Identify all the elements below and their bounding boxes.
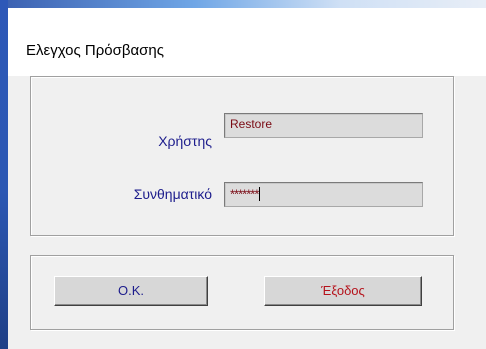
- exit-button[interactable]: Έξοδος: [264, 276, 422, 306]
- dialog-header: Ελεγχος Πρόσβασης: [8, 8, 486, 76]
- password-field-value: *******: [230, 186, 259, 202]
- user-field[interactable]: Restore: [224, 113, 423, 138]
- user-label: Χρήστης: [158, 133, 212, 149]
- dialog-title: Ελεγχος Πρόσβασης: [26, 42, 164, 59]
- password-label: Συνθηματικό: [133, 186, 212, 202]
- user-field-value: Restore: [230, 117, 273, 131]
- desktop-background-left: [0, 0, 8, 349]
- text-cursor: [259, 186, 261, 201]
- desktop-background-top: [0, 0, 486, 8]
- credentials-group: [30, 76, 454, 236]
- password-field[interactable]: *******: [224, 182, 423, 207]
- ok-button[interactable]: O.K.: [54, 276, 208, 306]
